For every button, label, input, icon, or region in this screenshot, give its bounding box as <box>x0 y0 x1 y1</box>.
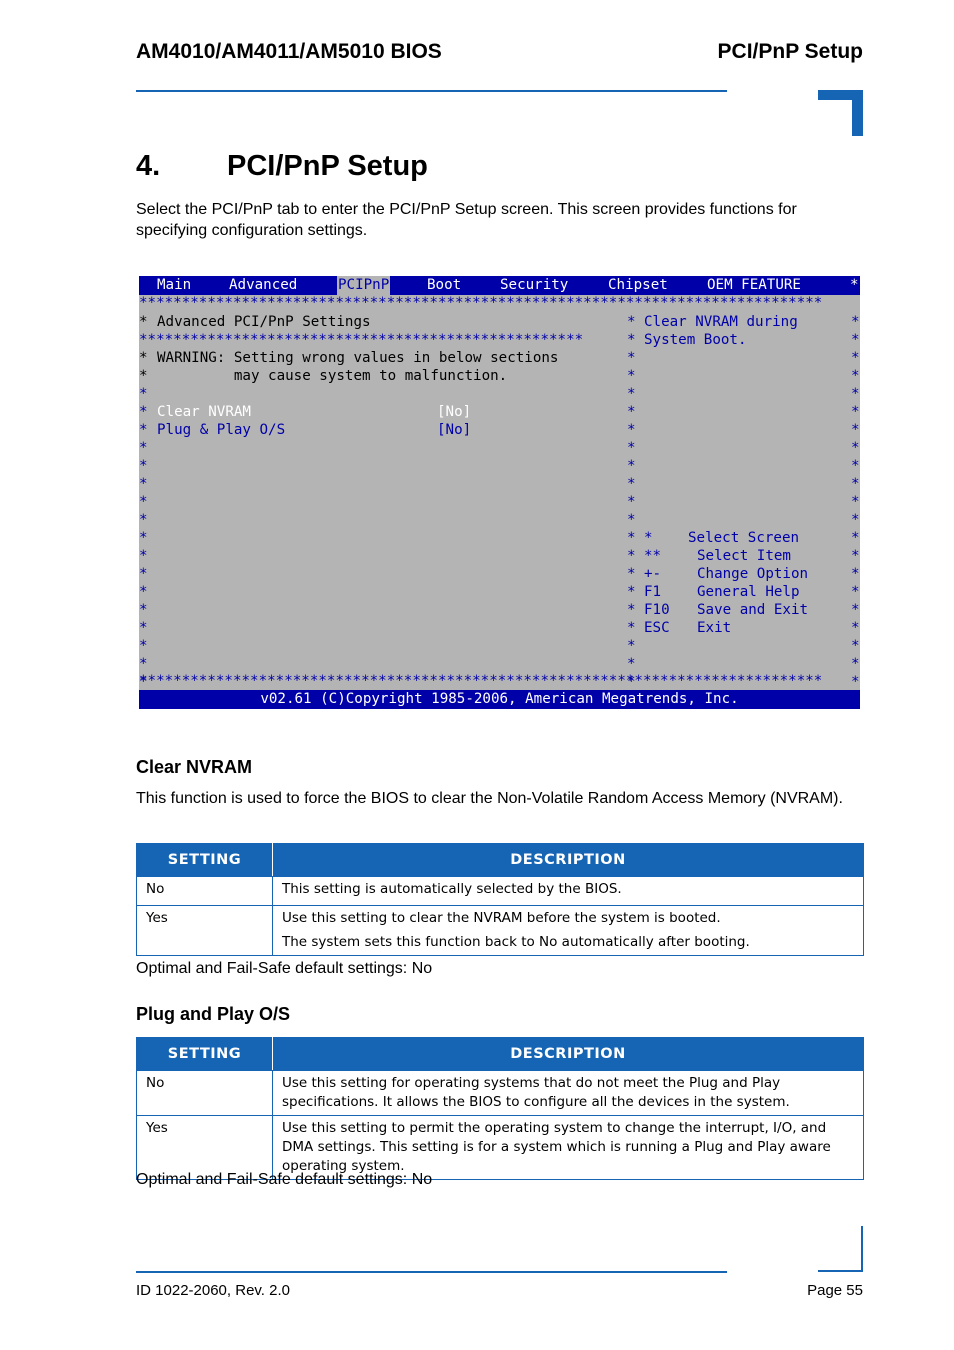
bios-key-help-key: ESC <box>644 620 670 636</box>
bios-help-line1: Clear NVRAM during <box>644 314 798 330</box>
bios-tab-main: Main <box>157 277 192 293</box>
default-note-plug-and-play: Optimal and Fail-Safe default settings: … <box>136 1171 433 1188</box>
column-header-description: DESCRIPTION <box>272 843 864 877</box>
setting-cell: No <box>136 876 273 906</box>
bios-star-rule-top: ****************************************… <box>139 295 823 311</box>
section-heading-plug-and-play: Plug and Play O/S <box>136 1004 291 1024</box>
description-cell: Use this setting to clear the NVRAM befo… <box>272 905 864 956</box>
bios-item-clear-nvram-label[interactable]: Clear NVRAM <box>157 403 251 421</box>
bios-screenshot: Main Advanced PCIPnP Boot Security Chips… <box>139 276 860 709</box>
bios-copyright-bar: v02.61 (C)Copyright 1985-2006, American … <box>139 690 860 709</box>
bios-tab-oem-feature: OEM FEATURE <box>707 277 801 293</box>
settings-table-plug-and-play: SETTING DESCRIPTION No Use this setting … <box>136 1037 864 1180</box>
bios-tab-bar: Main Advanced PCIPnP Boot Security Chips… <box>139 276 860 295</box>
corner-mark-top <box>818 90 863 136</box>
bios-item-clear-nvram-value[interactable]: [No] <box>437 403 471 421</box>
chapter-number: 4. <box>136 150 161 182</box>
bios-key-help-action: Save and Exit <box>697 602 809 618</box>
bios-item-pnp-os-label[interactable]: Plug & Play O/S <box>157 421 285 439</box>
description-line: Use this setting to clear the NVRAM befo… <box>282 910 721 926</box>
bios-tab-chipset: Chipset <box>608 277 668 293</box>
bios-key-help-key: F10 <box>644 602 670 618</box>
setting-cell: Yes <box>136 905 273 956</box>
default-note-clear-nvram: Optimal and Fail-Safe default settings: … <box>136 960 433 977</box>
footer-page-number: Page 55 <box>807 1282 863 1299</box>
column-header-setting: SETTING <box>136 843 273 877</box>
bios-key-help-action: Select Screen <box>688 530 800 546</box>
table-row: Yes Use this setting to clear the NVRAM … <box>136 905 864 956</box>
bios-tab-boot: Boot <box>427 277 462 293</box>
bios-item-pnp-os-value[interactable]: [No] <box>437 421 471 439</box>
bios-tab-advanced: Advanced <box>229 277 298 293</box>
bios-star-rule-bottom: ****************************************… <box>139 673 823 689</box>
footer-doc-id: ID 1022-2060, Rev. 2.0 <box>136 1282 290 1299</box>
bios-key-help-action: General Help <box>697 584 800 600</box>
table-row: No Use this setting for operating system… <box>136 1070 864 1116</box>
bios-divider-column: * * * * * * * * * * * * * * * * * * * * * <box>627 314 636 690</box>
column-header-setting: SETTING <box>136 1037 273 1071</box>
setting-cell: No <box>136 1070 273 1116</box>
bios-warning-line1: WARNING: Setting wrong values in below s… <box>157 350 559 366</box>
description-cell: Use this setting for operating systems t… <box>272 1070 864 1116</box>
bios-key-help-key: F1 <box>644 584 662 600</box>
bios-right-border-column: * * * * * * * * * * * * * * * * * * * * * <box>851 314 860 690</box>
bios-key-help-key: * <box>644 530 653 546</box>
bios-tab-pcipnp: PCIPnP <box>337 276 391 295</box>
section-description-clear-nvram: This function is used to force the BIOS … <box>136 790 843 807</box>
header-rule <box>136 90 727 92</box>
footer-rule <box>136 1271 727 1273</box>
bios-key-help-action: Exit <box>697 620 732 636</box>
table-header-row: SETTING DESCRIPTION <box>136 843 864 877</box>
bios-left-border-column: * * * * * * * * * * * * * * <box>139 440 148 690</box>
column-header-description: DESCRIPTION <box>272 1037 864 1071</box>
header-section-title: PCI/PnP Setup <box>717 40 863 63</box>
description-line: The system sets this function back to No… <box>282 934 750 950</box>
bios-warning-line2: may cause system to malfunction. <box>157 368 508 384</box>
bios-tab-overflow: * <box>850 277 859 293</box>
table-header-row: SETTING DESCRIPTION <box>136 1037 864 1071</box>
section-heading-clear-nvram: Clear NVRAM <box>136 757 253 777</box>
corner-mark-bottom <box>818 1226 863 1272</box>
bios-key-help-action: Select Item <box>697 548 791 564</box>
bios-key-help-action: Change Option <box>697 566 809 582</box>
description-cell: This setting is automatically selected b… <box>272 876 864 906</box>
settings-table-clear-nvram: SETTING DESCRIPTION No This setting is a… <box>136 843 864 956</box>
bios-tab-security: Security <box>500 277 569 293</box>
bios-section-title: Advanced PCI/PnP Settings <box>157 314 371 330</box>
bios-section-rule: ****************************************… <box>139 332 584 348</box>
header-doc-title: AM4010/AM4011/AM5010 BIOS <box>136 40 442 63</box>
bios-help-line2: System Boot. <box>644 332 747 348</box>
chapter-title: PCI/PnP Setup <box>227 150 428 182</box>
bios-key-help-key: ** <box>644 548 662 564</box>
bios-left-border: * <box>139 314 148 330</box>
bios-key-help-key: +- <box>644 566 662 582</box>
chapter-intro: Select the PCI/PnP tab to enter the PCI/… <box>136 201 797 239</box>
chapter-heading: 4. PCI/PnP Setup <box>136 150 428 183</box>
table-row: No This setting is automatically selecte… <box>136 876 864 906</box>
